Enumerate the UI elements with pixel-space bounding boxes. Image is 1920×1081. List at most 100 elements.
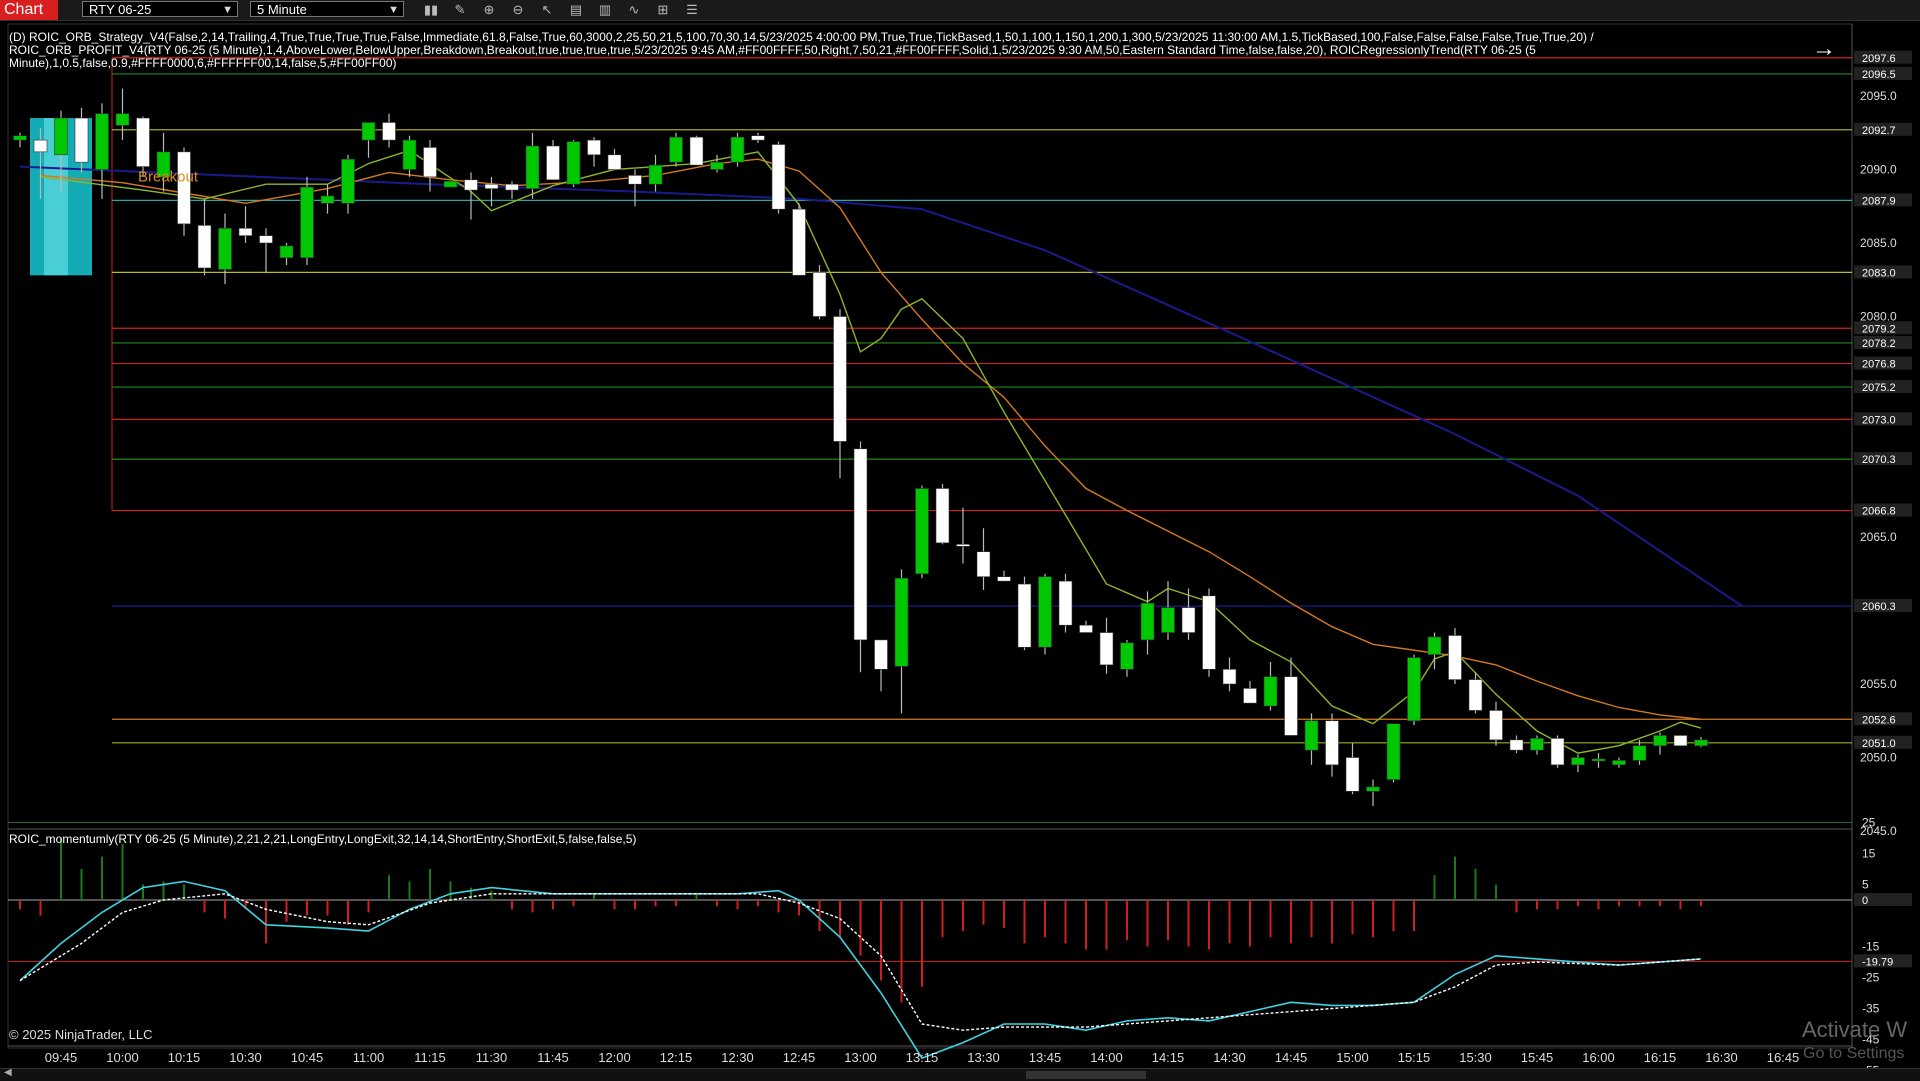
time-axis-tick: 14:00 <box>1090 1050 1123 1065</box>
arrow-right-icon[interactable]: → <box>1812 37 1836 61</box>
candle <box>853 441 868 673</box>
candle <box>1222 657 1237 692</box>
draw-pencil-icon[interactable]: ✎ <box>451 1 469 18</box>
candle-body-down <box>1325 720 1339 766</box>
time-axis-tick: 11:00 <box>353 1050 385 1065</box>
candle-body-up <box>1263 676 1278 707</box>
candle <box>1427 632 1442 670</box>
candle <box>1325 713 1339 777</box>
candle <box>1304 713 1319 765</box>
candle-body-down <box>1243 688 1257 704</box>
price-axis-tick: 2080.0 <box>1860 310 1897 324</box>
candle <box>1202 588 1216 677</box>
time-axis-tick: 16:45 <box>1767 1050 1800 1065</box>
candle <box>607 148 622 170</box>
candle <box>1058 573 1073 633</box>
momentum-panel <box>8 822 1852 1060</box>
candle <box>218 213 232 285</box>
chevron-down-icon: ▼ <box>388 4 399 16</box>
candle-body-down <box>1181 607 1196 633</box>
candle <box>812 265 827 320</box>
candle-body-up <box>1632 745 1647 761</box>
time-axis-tick: 13:30 <box>967 1050 1000 1065</box>
candle <box>1243 681 1257 704</box>
candle <box>1694 736 1708 748</box>
candle-body-up <box>1653 735 1667 747</box>
time-axis-tick: 12:00 <box>598 1050 631 1065</box>
candle <box>300 176 314 266</box>
price-level-label: 2076.8 <box>1862 359 1896 371</box>
indicators-icon[interactable]: ∿ <box>625 1 643 18</box>
candle-body-up <box>1120 642 1134 670</box>
candle-body-down <box>833 316 847 442</box>
candle-body-up <box>1161 607 1175 633</box>
zoom-in-icon[interactable]: ⊕ <box>480 1 498 18</box>
price-level-label: 2051.0 <box>1862 738 1896 750</box>
chart-toolbar: Chart RTY 06-25 ▼ 5 Minute ▼ ▮▮ ✎ ⊕ ⊖ ↖ ▤ ▥ ∿ ⊞ ☰ <box>0 0 1920 21</box>
candle <box>792 203 806 276</box>
candle-body-up <box>320 195 335 204</box>
candle <box>115 88 130 141</box>
candle <box>1530 735 1544 755</box>
interval-selector[interactable]: 5 Minute ▼ <box>250 1 404 17</box>
candle <box>874 639 888 692</box>
candle-body-up <box>13 135 27 141</box>
candle <box>689 135 704 166</box>
candle <box>1571 754 1585 773</box>
candle-body-up <box>279 245 294 259</box>
candle <box>382 113 396 148</box>
price-axis-tick: 2085.0 <box>1860 236 1897 250</box>
candle-body-down <box>1489 710 1503 741</box>
scrollbar-thumb[interactable] <box>1026 1071 1146 1079</box>
candle-body-down <box>1448 635 1462 680</box>
time-axis-tick: 13:15 <box>906 1050 939 1065</box>
candle-body-down <box>751 135 765 141</box>
pointer-icon[interactable]: ↖ <box>538 1 556 18</box>
time-axis-tick: 15:00 <box>1336 1050 1369 1065</box>
indicator-parameters-label: (D) ROIC_ORB_Strategy_V4(False,2,14,Trai… <box>9 30 1594 70</box>
candle-body-up <box>1530 738 1544 751</box>
candle-body-up <box>1407 657 1421 722</box>
price-axis-tick: 2065.0 <box>1860 530 1897 544</box>
strategies-icon[interactable]: ⊞ <box>654 1 672 18</box>
chart-canvas[interactable]: Breakout 2097.6 2096.5 2092.7 2087.9 2083.0 2… <box>0 22 1920 1072</box>
time-axis-tick: 15:45 <box>1521 1050 1554 1065</box>
candle-body-up <box>669 136 683 163</box>
candle <box>587 137 601 167</box>
candle-body-up <box>1366 786 1380 792</box>
time-axis-tick: 16:00 <box>1582 1050 1615 1065</box>
candle-body-down <box>1017 583 1032 648</box>
candle <box>1099 617 1114 674</box>
candle-body-down <box>771 144 786 210</box>
instrument-selector[interactable]: RTY 06-25 ▼ <box>82 1 238 17</box>
candle-body-up <box>1140 602 1155 641</box>
bar-style-icon[interactable]: ▥ <box>596 1 614 18</box>
candle-body-up <box>1427 636 1442 655</box>
candle-body-down <box>1509 739 1524 751</box>
data-box-icon[interactable]: ▤ <box>567 1 585 18</box>
time-axis-tick: 09:45 <box>45 1050 78 1065</box>
candle-body-up <box>1038 576 1052 648</box>
zoom-out-icon[interactable]: ⊖ <box>509 1 527 18</box>
price-level-label: 2092.7 <box>1862 125 1896 137</box>
candle-body-down <box>628 175 642 185</box>
scroll-left-icon[interactable]: ◀ <box>4 1067 12 1078</box>
chart-window-tab[interactable]: Chart <box>0 0 58 20</box>
properties-icon[interactable]: ☰ <box>683 1 701 18</box>
horizontal-scrollbar[interactable]: ◀ <box>0 1067 1920 1081</box>
bar-type-icon[interactable]: ▮▮ <box>422 1 440 18</box>
instrument-value: RTY 06-25 <box>89 2 152 17</box>
price-level-label: 2052.6 <box>1862 714 1896 726</box>
price-axis-tick: 2090.0 <box>1860 163 1897 177</box>
candle <box>976 528 991 590</box>
candle-body-up <box>115 113 130 126</box>
candle-body-up <box>443 180 458 188</box>
candle-body-down <box>74 117 89 163</box>
time-axis-tick: 11:45 <box>537 1050 569 1065</box>
candle <box>361 122 376 158</box>
candle <box>1386 723 1401 783</box>
price-level-label: 2087.9 <box>1862 195 1896 207</box>
candle <box>320 184 335 214</box>
time-axis-tick: 14:30 <box>1213 1050 1246 1065</box>
candle-body-up <box>894 577 909 667</box>
